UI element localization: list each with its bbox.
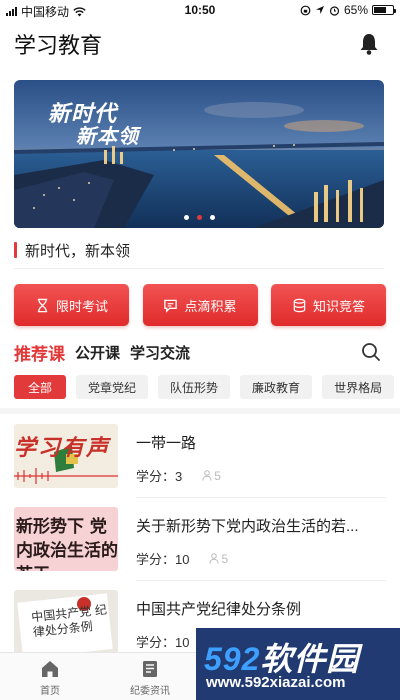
learners: 5	[209, 552, 228, 566]
tab-news[interactable]: 纪委资讯	[100, 659, 200, 697]
page-title: 学习教育	[14, 33, 103, 58]
status-right: 65%	[300, 3, 396, 17]
tab-public[interactable]: 公开课	[75, 342, 120, 363]
thumb-text: 学习有声	[14, 435, 111, 460]
course-title: 一带一路	[136, 435, 197, 452]
course-meta: 学分：3 5	[136, 466, 221, 485]
tab-news-label: 纪委资讯	[130, 686, 170, 697]
database-icon	[293, 298, 306, 312]
rotation-lock-icon	[300, 5, 311, 15]
divider	[14, 268, 384, 269]
banner-title-line2: 新本领	[76, 124, 139, 148]
headline-accent-bar	[14, 242, 17, 258]
carousel-dot[interactable]	[183, 215, 189, 220]
course-credit: 学分：10	[136, 552, 190, 567]
tab-home-label: 首页	[40, 686, 60, 697]
carousel-indicator	[14, 215, 384, 220]
status-bar: 中国移动 10:50 65%	[0, 0, 400, 20]
course-meta: 学分：10 5	[136, 549, 228, 568]
tab-exchange[interactable]: 学习交流	[130, 342, 190, 363]
course-credit: 学分：3	[136, 469, 183, 484]
course-thumbnail: 学习有声	[14, 424, 118, 488]
person-icon	[202, 470, 212, 481]
hourglass-icon	[37, 298, 48, 312]
watermark-text: 软件园	[260, 641, 360, 677]
course-tabs: 推荐课 公开课 学习交流	[14, 338, 386, 366]
tab-home[interactable]: 首页	[0, 659, 100, 697]
quick-actions: 限时考试 点滴积累 知识竞答	[14, 284, 386, 326]
course-thumbnail: 新形势下 党内政治生活的若干	[14, 507, 118, 571]
row-divider	[136, 497, 386, 498]
chip-all[interactable]: 全部	[14, 375, 67, 399]
learners: 5	[202, 469, 221, 483]
chip-integrity[interactable]: 廉政教育	[240, 375, 313, 399]
learners-count: 5	[221, 551, 229, 566]
timed-exam-label: 限时考试	[55, 298, 108, 314]
section-separator	[0, 408, 400, 414]
alarm-icon	[329, 5, 340, 16]
knowledge-quiz-button[interactable]: 知识竞答	[271, 284, 386, 326]
battery-icon	[372, 5, 396, 15]
course-credit: 学分：10	[136, 635, 190, 650]
watermark-number: 592	[204, 641, 261, 677]
headline-text: 新时代，新本领	[25, 242, 131, 260]
course-item[interactable]: 学习有声 一带一路 学分：3 5	[14, 424, 386, 496]
news-icon	[143, 661, 157, 677]
banner-carousel[interactable]: 新时代 新本领	[14, 80, 384, 228]
tab-recommended[interactable]: 推荐课	[14, 340, 65, 365]
carousel-dot[interactable]	[209, 215, 215, 220]
chip-team-situation[interactable]: 队伍形势	[158, 375, 231, 399]
row-divider	[136, 580, 386, 581]
category-chips: 全部 党章党纪 队伍形势 廉政教育 世界格局	[14, 375, 400, 399]
battery-percent: 65%	[343, 3, 368, 17]
learners-count: 5	[214, 468, 221, 483]
headline[interactable]: 新时代，新本领	[14, 238, 384, 262]
search-icon[interactable]	[360, 341, 382, 363]
course-thumbnail: 中国共产党 纪律处分条例	[14, 590, 118, 654]
bell-icon[interactable]	[358, 32, 380, 56]
chat-icon	[164, 299, 178, 313]
home-icon	[42, 661, 58, 677]
timed-exam-button[interactable]: 限时考试	[14, 284, 129, 326]
chip-party-discipline[interactable]: 党章党纪	[76, 375, 149, 399]
thumb-text: 新形势下 党内政治生活的若干	[16, 517, 118, 571]
knowledge-quiz-label: 知识竞答	[312, 298, 365, 314]
course-title: 中国共产党纪律处分条例	[136, 601, 302, 618]
course-title: 关于新形势下党内政治生活的若...	[136, 518, 359, 535]
watermark-logo: 592软件园 www.592xiazai.com	[196, 628, 400, 700]
course-item[interactable]: 新形势下 党内政治生活的若干 关于新形势下党内政治生活的若... 学分：10 5	[14, 507, 386, 579]
app-header: 学习教育	[0, 26, 400, 66]
watermark-url: www.592xiazai.com	[206, 674, 346, 691]
accumulate-label: 点滴积累	[184, 298, 237, 314]
person-icon	[209, 553, 219, 564]
chip-world[interactable]: 世界格局	[322, 375, 395, 399]
accumulate-button[interactable]: 点滴积累	[142, 284, 258, 326]
carousel-dot[interactable]	[196, 215, 202, 220]
location-icon	[315, 6, 324, 14]
